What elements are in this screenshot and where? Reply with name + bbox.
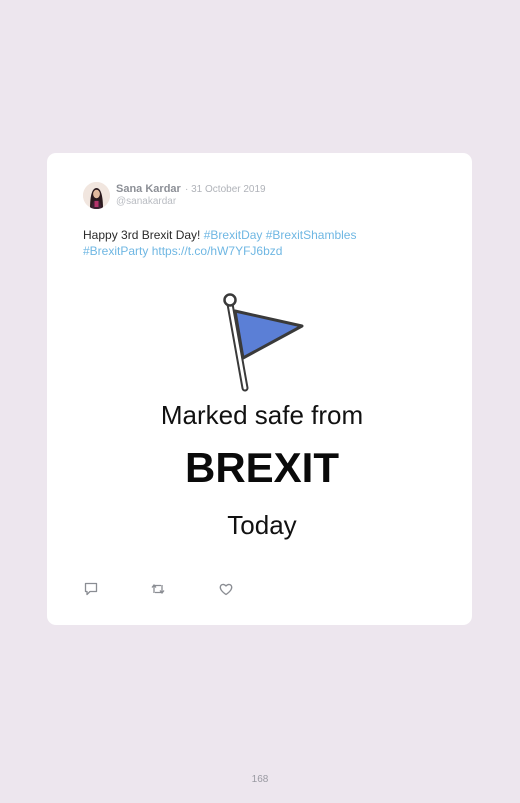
page-number: 168 — [251, 774, 269, 785]
tweet-card: Sana Kardar · 31 October 2019 @sanakarda… — [47, 153, 472, 625]
tweet-media[interactable]: Marked safe from BREXIT Today — [147, 288, 377, 548]
retweet-icon — [151, 583, 165, 595]
avatar[interactable] — [83, 182, 110, 209]
hashtag-link[interactable]: #BrexitDay — [204, 228, 263, 242]
flag-icon — [223, 293, 304, 392]
reply-icon — [84, 582, 98, 596]
tweet-date: · 31 October 2019 — [185, 184, 266, 195]
retweet-button[interactable] — [150, 581, 166, 597]
caption-line-1: Marked safe from — [160, 400, 364, 430]
url-link[interactable]: https://t.co/hW7YFJ6bzd — [152, 244, 283, 258]
like-button[interactable] — [218, 581, 234, 597]
author-handle[interactable]: @sanakardar — [116, 196, 176, 207]
caption-line-3: Today — [227, 510, 297, 540]
reply-button[interactable] — [83, 581, 99, 597]
caption-line-2: BREXIT — [184, 444, 339, 491]
hashtag-link[interactable]: #BrexitShambles — [266, 228, 357, 242]
tweet-text: Happy 3rd Brexit Day! #BrexitDay #Brexit… — [83, 227, 413, 259]
author-name[interactable]: Sana Kardar — [116, 183, 181, 195]
like-icon — [219, 583, 233, 596]
hashtag-link[interactable]: #BrexitParty — [83, 244, 148, 258]
tweet-body: Happy 3rd Brexit Day! — [83, 228, 204, 242]
